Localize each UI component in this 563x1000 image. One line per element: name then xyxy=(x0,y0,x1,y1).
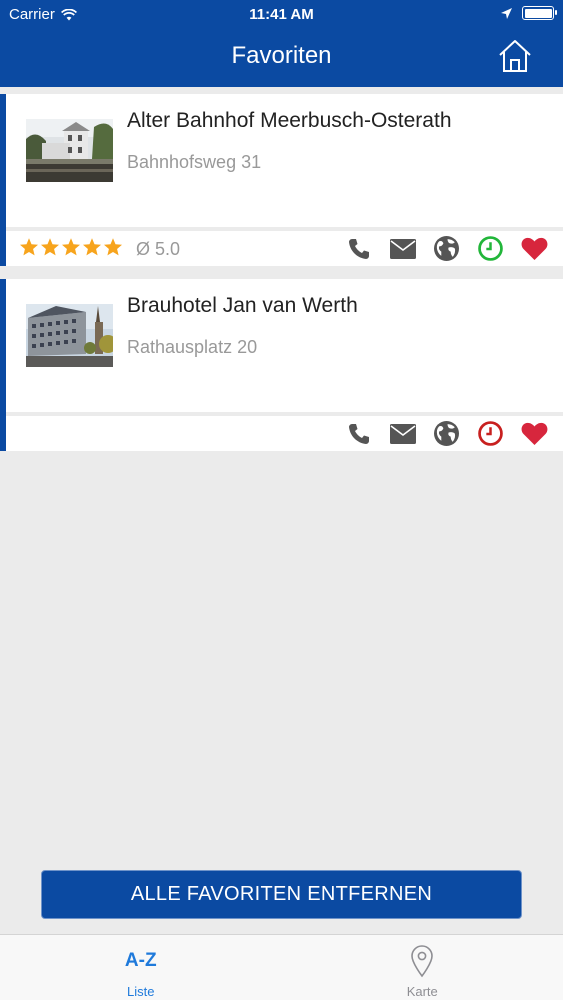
heart-icon xyxy=(521,237,548,260)
globe-icon xyxy=(434,236,459,261)
globe-icon xyxy=(434,421,459,446)
email-button[interactable] xyxy=(389,235,416,262)
remove-all-favorites-button[interactable]: ALLE FAVORITEN ENTFERNEN xyxy=(41,870,522,919)
clock-time: 11:41 AM xyxy=(249,6,314,23)
location-arrow-icon xyxy=(501,7,512,19)
star-icon xyxy=(20,238,38,256)
star-icon xyxy=(104,238,122,256)
action-bar xyxy=(345,235,548,262)
tab-label: Liste xyxy=(127,984,155,999)
heart-icon xyxy=(521,422,548,445)
favorite-card[interactable]: Brauhotel Jan van Werth Rathausplatz 20 xyxy=(0,279,563,451)
clock-icon xyxy=(478,236,503,261)
venue-address: Rathausplatz 20 xyxy=(127,337,258,357)
venue-name: Alter Bahnhof Meerbusch-Osterath xyxy=(127,109,452,132)
rating-value: Ø 5.0 xyxy=(136,239,181,259)
action-bar xyxy=(345,420,548,447)
website-button[interactable] xyxy=(433,235,460,262)
opening-hours-button[interactable] xyxy=(477,235,504,262)
phone-icon xyxy=(348,238,369,259)
battery-icon xyxy=(522,6,557,20)
star-icon xyxy=(41,238,59,256)
tab-liste[interactable]: A-Z Liste xyxy=(0,935,282,1000)
opening-hours-button[interactable] xyxy=(477,420,504,447)
venue-name: Brauhotel Jan van Werth xyxy=(127,294,358,317)
tab-karte[interactable]: Karte xyxy=(282,935,563,1000)
map-pin-icon xyxy=(411,945,434,978)
mail-icon xyxy=(389,423,416,444)
venue-address: Bahnhofsweg 31 xyxy=(127,152,262,172)
star-icon xyxy=(62,238,80,256)
call-button[interactable] xyxy=(345,420,372,447)
website-button[interactable] xyxy=(433,420,460,447)
star-icon xyxy=(83,238,101,256)
clock-icon xyxy=(478,421,503,446)
az-list-icon: A-Z xyxy=(124,950,157,971)
tab-label: Karte xyxy=(406,984,438,999)
favorite-card[interactable]: Alter Bahnhof Meerbusch-Osterath Bahnhof… xyxy=(0,94,563,266)
call-button[interactable] xyxy=(345,235,372,262)
tab-bar: A-Z Liste Karte xyxy=(0,934,563,1000)
status-bar: Carrier 11:41 AM xyxy=(0,0,563,30)
favorite-toggle[interactable] xyxy=(521,420,548,447)
home-icon[interactable] xyxy=(497,38,533,74)
phone-icon xyxy=(348,423,369,444)
venue-photo xyxy=(26,119,113,182)
mail-icon xyxy=(389,238,416,259)
email-button[interactable] xyxy=(389,420,416,447)
header: Carrier 11:41 AM Favoriten xyxy=(0,0,563,87)
page-title: Favoriten xyxy=(231,42,332,69)
venue-photo xyxy=(26,304,113,367)
favorite-toggle[interactable] xyxy=(521,235,548,262)
star-rating xyxy=(19,237,123,257)
